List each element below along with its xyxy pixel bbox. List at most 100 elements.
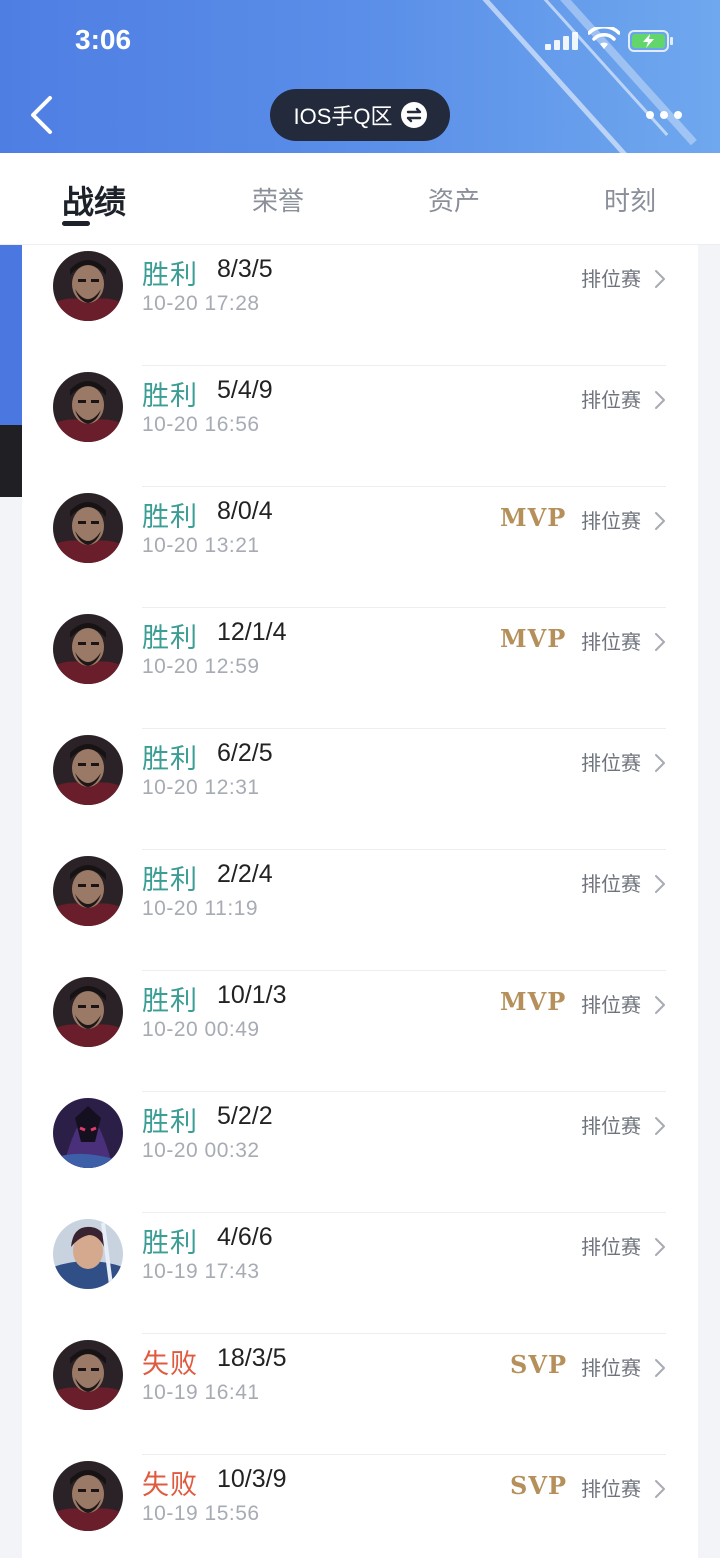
svp-badge: SVP <box>510 1350 567 1379</box>
signal-icon <box>545 32 579 50</box>
chevron-right-icon <box>655 996 665 1014</box>
match-result: 失败 <box>142 1349 198 1379</box>
wifi-icon <box>588 27 620 49</box>
match-result: 胜利 <box>142 865 198 895</box>
hero-avatar <box>53 735 123 805</box>
match-mode: 排位赛 <box>581 1358 641 1380</box>
match-mode: 排位赛 <box>581 1479 641 1501</box>
swap-arrows-icon <box>400 102 427 128</box>
tab-record[interactable]: 战绩 <box>62 177 126 223</box>
match-mode: 排位赛 <box>581 753 641 775</box>
mvp-badge: MVP <box>500 987 567 1016</box>
match-kda: 10/1/3 <box>217 981 287 1009</box>
match-result: 胜利 <box>142 744 198 774</box>
match-row[interactable]: 胜利 5/2/2 10-20 00:32 排位赛 <box>22 1092 698 1213</box>
match-row[interactable]: 失败 18/3/5 10-19 16:41 SVP 排位赛 <box>22 1334 698 1455</box>
match-kda: 18/3/5 <box>217 1344 287 1372</box>
match-kda: 8/3/5 <box>217 255 273 283</box>
mvp-badge: MVP <box>500 503 567 532</box>
match-kda: 5/4/9 <box>217 376 273 404</box>
match-time: 10-19 16:41 <box>142 1381 260 1404</box>
match-mode: 排位赛 <box>581 995 641 1017</box>
match-row[interactable]: 胜利 8/3/5 10-20 17:28 排位赛 <box>22 245 698 366</box>
match-result: 胜利 <box>142 502 198 532</box>
match-result: 胜利 <box>142 381 198 411</box>
side-decoration <box>0 245 22 430</box>
chevron-right-icon <box>655 1480 665 1498</box>
match-row[interactable]: 胜利 5/4/9 10-20 16:56 排位赛 <box>22 366 698 487</box>
mvp-badge: MVP <box>500 624 567 653</box>
match-kda: 10/3/9 <box>217 1465 287 1493</box>
chevron-right-icon <box>655 754 665 772</box>
match-result: 胜利 <box>142 260 198 290</box>
match-row[interactable]: 胜利 4/6/6 10-19 17:43 排位赛 <box>22 1213 698 1334</box>
more-dots-icon[interactable] <box>646 108 686 122</box>
tab-moments[interactable]: 时刻 <box>604 181 656 218</box>
header-decoration <box>557 0 697 146</box>
chevron-right-icon <box>655 1359 665 1377</box>
hero-avatar <box>53 1098 123 1168</box>
hero-avatar <box>53 493 123 563</box>
match-mode: 排位赛 <box>581 511 641 533</box>
match-row[interactable]: 胜利 8/0/4 10-20 13:21 MVP 排位赛 <box>22 487 698 608</box>
back-button[interactable] <box>28 95 54 135</box>
match-mode: 排位赛 <box>581 1237 641 1259</box>
chevron-right-icon <box>655 512 665 530</box>
hero-avatar <box>53 1461 123 1531</box>
match-time: 10-19 15:56 <box>142 1502 260 1525</box>
hero-avatar <box>53 372 123 442</box>
match-mode: 排位赛 <box>581 1116 641 1138</box>
match-mode: 排位赛 <box>581 269 641 291</box>
match-kda: 5/2/2 <box>217 1102 273 1130</box>
battery-icon <box>628 30 673 52</box>
server-switch-button[interactable]: IOS手Q区 <box>270 89 450 141</box>
match-list: 胜利 8/3/5 10-20 17:28 排位赛 胜利 5/4/9 10-20 16:56 排… <box>22 245 698 1558</box>
svp-badge: SVP <box>510 1471 567 1500</box>
hero-avatar <box>53 251 123 321</box>
tab-bar: 战绩 荣誉 资产 时刻 <box>0 153 720 245</box>
match-mode: 排位赛 <box>581 632 641 654</box>
tab-honor[interactable]: 荣誉 <box>252 181 304 218</box>
match-result: 胜利 <box>142 1107 198 1137</box>
match-row[interactable]: 胜利 10/1/3 10-20 00:49 MVP 排位赛 <box>22 971 698 1092</box>
match-result: 失败 <box>142 1470 198 1500</box>
match-time: 10-19 17:43 <box>142 1260 260 1283</box>
hero-avatar <box>53 977 123 1047</box>
server-label: IOS手Q区 <box>293 104 393 129</box>
match-row[interactable]: 失败 10/3/9 10-19 15:56 SVP 排位赛 <box>22 1455 698 1558</box>
match-result: 胜利 <box>142 1228 198 1258</box>
match-result: 胜利 <box>142 986 198 1016</box>
match-kda: 8/0/4 <box>217 497 273 525</box>
status-time: 3:06 <box>75 24 132 55</box>
chevron-right-icon <box>655 875 665 893</box>
hero-avatar <box>53 1340 123 1410</box>
side-decoration <box>0 425 22 497</box>
match-mode: 排位赛 <box>581 874 641 896</box>
tab-active-indicator <box>62 221 90 226</box>
match-time: 10-20 12:59 <box>142 655 260 678</box>
match-time: 10-20 11:19 <box>142 897 259 920</box>
hero-avatar <box>53 1219 123 1289</box>
match-time: 10-20 12:31 <box>142 776 260 799</box>
match-row[interactable]: 胜利 2/2/4 10-20 11:19 排位赛 <box>22 850 698 971</box>
match-mode: 排位赛 <box>581 390 641 412</box>
chevron-right-icon <box>655 270 665 288</box>
match-time: 10-20 13:21 <box>142 534 260 557</box>
match-row[interactable]: 胜利 6/2/5 10-20 12:31 排位赛 <box>22 729 698 850</box>
match-kda: 12/1/4 <box>217 618 287 646</box>
match-kda: 2/2/4 <box>217 860 273 888</box>
hero-avatar <box>53 614 123 684</box>
tab-assets[interactable]: 资产 <box>428 181 480 218</box>
chevron-right-icon <box>655 1117 665 1135</box>
header-bar: 3:06 IOS手Q区 <box>0 0 720 153</box>
chevron-right-icon <box>655 633 665 651</box>
match-result: 胜利 <box>142 623 198 653</box>
match-time: 10-20 16:56 <box>142 413 260 436</box>
chevron-right-icon <box>655 391 665 409</box>
match-kda: 6/2/5 <box>217 739 273 767</box>
match-time: 10-20 00:32 <box>142 1139 260 1162</box>
match-row[interactable]: 胜利 12/1/4 10-20 12:59 MVP 排位赛 <box>22 608 698 729</box>
match-kda: 4/6/6 <box>217 1223 273 1251</box>
match-time: 10-20 17:28 <box>142 292 260 315</box>
header-decoration <box>468 0 646 153</box>
